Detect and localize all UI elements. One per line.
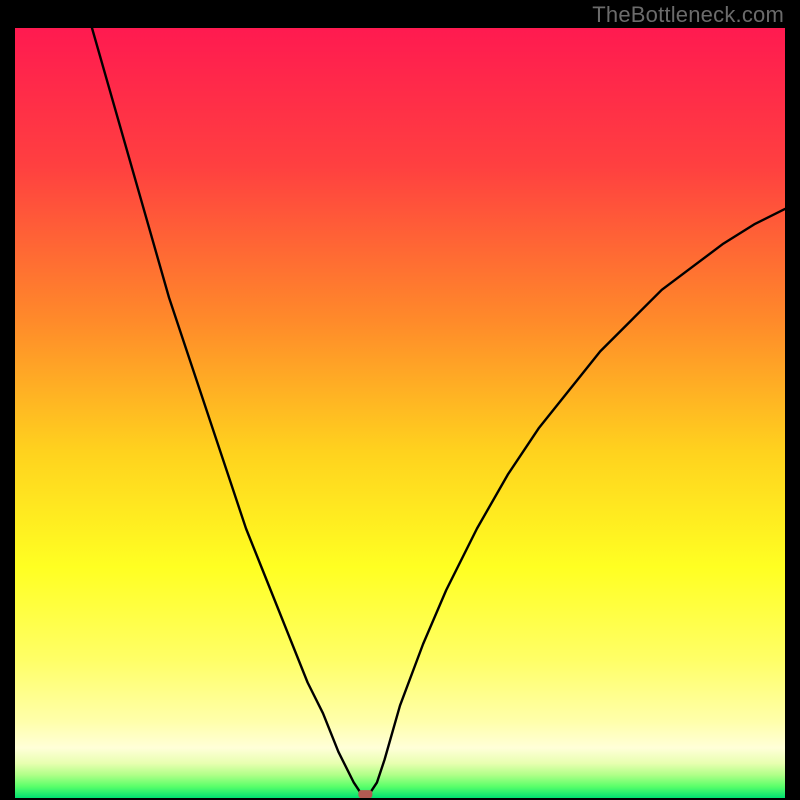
chart-background (15, 28, 785, 798)
bottleneck-chart (15, 28, 785, 798)
watermark-text: TheBottleneck.com (592, 2, 784, 28)
chart-frame (15, 28, 785, 798)
optimal-marker (358, 790, 372, 798)
